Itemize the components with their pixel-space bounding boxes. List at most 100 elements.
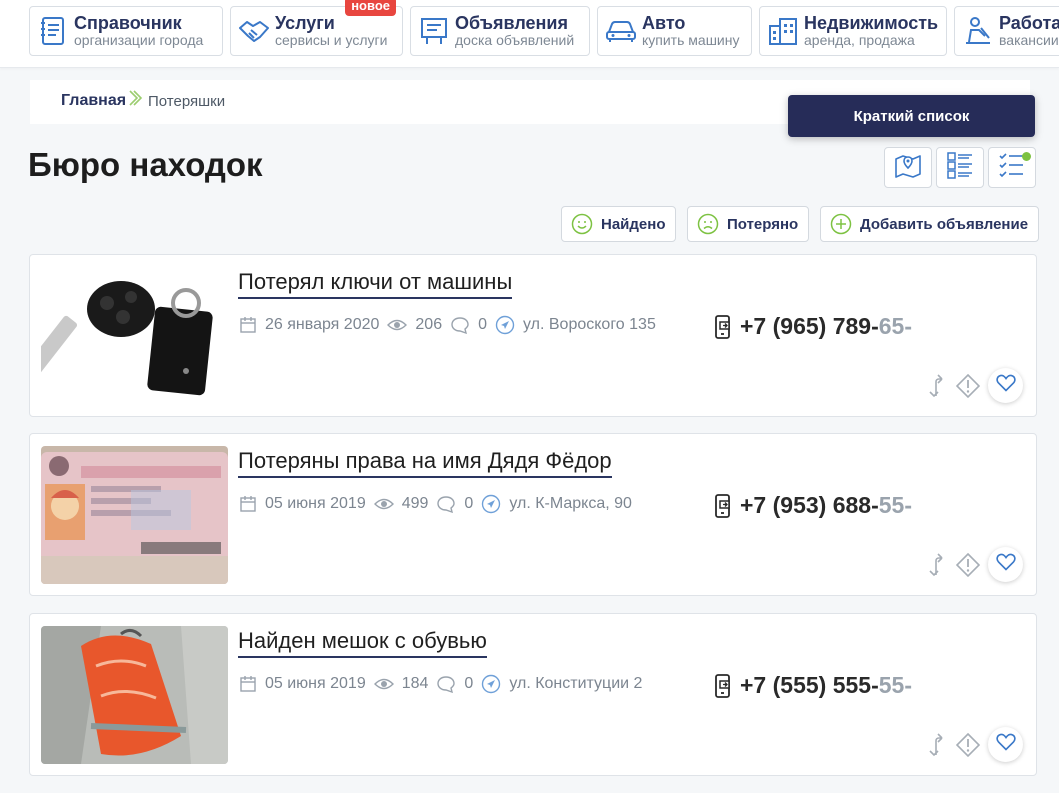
detailed-list-view-button[interactable]	[936, 147, 984, 188]
nav-realty[interactable]: Недвижимость аренда, продажа	[759, 6, 947, 56]
listing-comments: 0	[464, 675, 474, 692]
listing-comments: 0	[478, 316, 487, 333]
nav-title: Услуги	[275, 13, 335, 34]
nav-subtitle: аренда, продажа	[804, 32, 915, 49]
calendar-icon	[239, 316, 257, 334]
listing-phone[interactable]: +7 (965) 789- 65-	[713, 313, 912, 340]
calendar-icon	[239, 495, 257, 513]
new-badge: новое	[345, 0, 396, 16]
favorite-button[interactable]	[988, 368, 1023, 403]
nav-directory[interactable]: Справочник организации города	[29, 6, 223, 56]
chevron-right-icon	[127, 89, 143, 112]
listing-comments: 0	[464, 495, 474, 512]
nav-subtitle: доска объявлений	[455, 32, 575, 49]
phone-icon	[713, 314, 733, 340]
phone-masked: 55-	[878, 672, 912, 698]
listing-meta: 26 января 2020 206 0 ул. Вороского 135	[239, 315, 664, 335]
breadcrumb-home-link[interactable]: Главная	[61, 92, 126, 110]
nav-services[interactable]: Услуги сервисы и услуги новое	[230, 0, 403, 56]
active-indicator	[1022, 152, 1031, 161]
share-icon[interactable]	[920, 549, 952, 581]
listing-views: 499	[401, 495, 429, 512]
listing-address: ул. Конституции 2	[509, 675, 643, 692]
listing-phone[interactable]: +7 (953) 688- 55-	[713, 492, 912, 519]
phone-number: +7 (555) 555-	[740, 672, 879, 698]
calendar-icon	[239, 675, 257, 693]
add-listing-label: Добавить объявление	[860, 215, 1029, 233]
report-icon[interactable]	[952, 729, 984, 761]
nav-auto[interactable]: Авто купить машину	[597, 6, 752, 56]
book-icon	[36, 14, 70, 48]
favorite-button[interactable]	[988, 727, 1023, 762]
car-icon	[604, 14, 638, 48]
listing-address: ул. Вороского 135	[523, 316, 656, 333]
checklist-view-button[interactable]	[988, 147, 1036, 188]
listing-views: 206	[415, 316, 443, 333]
driver-license-photo[interactable]	[41, 446, 228, 584]
nav-subtitle: вакансии	[999, 32, 1059, 49]
listing-date: 05 июня 2019	[265, 495, 366, 512]
heart-icon	[995, 374, 1016, 397]
nav-title: Справочник	[74, 13, 182, 34]
map-view-button[interactable]	[884, 147, 932, 188]
listing-meta: 05 июня 2019 184 0 ул. Конституции 2	[239, 674, 650, 694]
smile-icon	[571, 213, 593, 235]
nav-subtitle: организации города	[74, 32, 204, 49]
eye-icon	[387, 318, 408, 332]
listing-card: Найден мешок с обувью 05 июня 2019 184 0…	[29, 613, 1037, 776]
phone-number: +7 (965) 789-	[740, 313, 879, 339]
handshake-icon	[237, 14, 271, 48]
listing-address: ул. К-Маркса, 90	[509, 495, 632, 512]
listing-phone[interactable]: +7 (555) 555- 55-	[713, 672, 912, 699]
listing-meta: 05 июня 2019 499 0 ул. К-Маркса, 90	[239, 494, 640, 514]
phone-icon	[713, 673, 733, 699]
listing-title[interactable]: Потерял ключи от машины	[238, 269, 513, 299]
report-icon[interactable]	[952, 370, 984, 402]
share-icon[interactable]	[920, 370, 952, 402]
location-icon	[481, 674, 501, 694]
comment-icon	[436, 495, 456, 513]
favorite-button[interactable]	[988, 547, 1023, 582]
worker-icon	[961, 14, 995, 48]
breadcrumb-current: Потеряшки	[148, 93, 226, 110]
nav-title: Объявления	[455, 13, 568, 34]
filter-found-label: Найдено	[601, 215, 666, 233]
eye-icon	[373, 677, 394, 691]
heart-icon	[995, 733, 1016, 756]
nav-subtitle: купить машину	[642, 32, 740, 49]
filter-found-button[interactable]: Найдено	[561, 206, 677, 242]
orange-bag-photo[interactable]	[41, 626, 228, 764]
listing-card: Потерял ключи от машины 26 января 2020 2…	[29, 254, 1037, 417]
building-icon	[766, 14, 800, 48]
map-icon	[893, 151, 923, 184]
share-icon[interactable]	[920, 729, 952, 761]
shortlist-button[interactable]: Краткий список	[788, 95, 1035, 137]
listing-actions	[920, 368, 1023, 403]
nav-ads[interactable]: Объявления доска объявлений	[410, 6, 590, 56]
listing-date: 05 июня 2019	[265, 675, 366, 692]
add-listing-button[interactable]: Добавить объявление	[820, 206, 1040, 242]
listing-actions	[920, 727, 1023, 762]
nav-title: Авто	[642, 13, 686, 34]
listing-card: Потеряны права на имя Дядя Фёдор 05 июня…	[29, 433, 1037, 596]
page-title: Бюро находок	[28, 146, 263, 183]
phone-masked: 65-	[878, 313, 912, 339]
comment-icon	[450, 316, 470, 334]
nav-title: Недвижимость	[804, 13, 939, 34]
filter-lost-button[interactable]: Потеряно	[687, 206, 810, 242]
listing-date: 26 января 2020	[265, 316, 380, 333]
nav-title: Работа	[999, 13, 1059, 34]
listing-views: 184	[401, 675, 429, 692]
listing-title[interactable]: Найден мешок с обувью	[238, 628, 487, 658]
comment-icon	[436, 675, 456, 693]
detailed-list-icon	[945, 150, 975, 185]
phone-icon	[713, 493, 733, 519]
listing-title[interactable]: Потеряны права на имя Дядя Фёдор	[238, 448, 612, 478]
car-keys-photo[interactable]	[41, 267, 228, 405]
location-icon	[481, 494, 501, 514]
board-icon	[417, 14, 451, 48]
report-icon[interactable]	[952, 549, 984, 581]
nav-jobs[interactable]: Работа вакансии	[954, 6, 1059, 56]
eye-icon	[373, 497, 394, 511]
heart-icon	[995, 553, 1016, 576]
